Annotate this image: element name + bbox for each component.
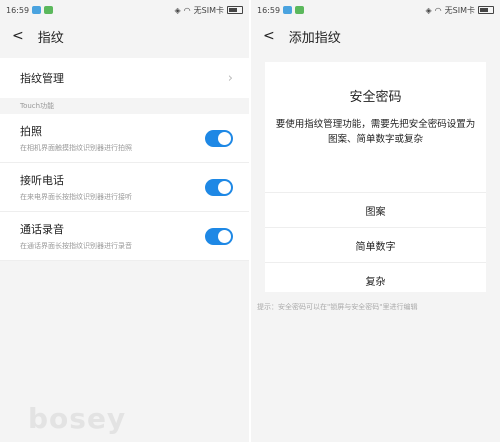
setting-title: 通话录音	[20, 223, 64, 236]
back-arrow-icon[interactable]: <	[12, 28, 24, 44]
add-fingerprint-screen: 16:59 ◈ ◠ 无SIM卡 < 添加指纹 安全密码 要使用指纹管理功能，需要…	[251, 0, 500, 442]
password-description: 要使用指纹管理功能，需要先把安全密码设置为图案、简单数字或复杂	[275, 119, 476, 145]
notification-icon	[283, 6, 293, 14]
setting-answer-call[interactable]: 接听电话 在来电界面长按指纹识别器进行接听	[0, 163, 249, 212]
battery-icon	[478, 6, 494, 14]
setting-photo[interactable]: 拍照 在相机界面触摸指纹识别器进行拍照	[0, 114, 249, 163]
app-bar: < 指纹	[0, 20, 249, 52]
status-time: 16:59	[257, 5, 281, 15]
app-bar: < 添加指纹	[251, 20, 500, 52]
section-label: Touch功能	[20, 102, 55, 110]
call-recording-toggle[interactable]	[205, 227, 233, 245]
setting-call-recording[interactable]: 通话录音 在通话界面长按指纹识别器进行录音	[0, 212, 249, 261]
password-options: 图案 简单数字 复杂	[265, 192, 486, 297]
password-title: 安全密码	[349, 90, 402, 105]
battery-icon	[227, 6, 243, 14]
option-complex[interactable]: 复杂	[265, 262, 486, 297]
setting-subtitle: 在通话界面长按指纹识别器进行录音	[20, 242, 132, 250]
chevron-right-icon: ›	[227, 70, 233, 86]
notification-icon	[32, 6, 42, 14]
wifi-icon: ◠	[434, 5, 442, 15]
status-bar: 16:59 ◈ ◠ 无SIM卡	[0, 0, 249, 20]
page-title: 指纹	[37, 30, 64, 46]
back-arrow-icon[interactable]: <	[263, 28, 275, 44]
setting-title: 拍照	[20, 125, 42, 138]
tip-text: 提示：安全密码可以在"锁屏与安全密码"里进行编辑	[257, 303, 418, 311]
photo-toggle[interactable]	[205, 129, 233, 147]
fingerprint-screen: 16:59 ◈ ◠ 无SIM卡 < 指纹 指纹管理 › Touch功能 拍照 在…	[0, 0, 249, 442]
vibrate-icon: ◈	[425, 5, 432, 15]
fingerprint-manage-item[interactable]: 指纹管理 ›	[0, 58, 249, 98]
notification-icon	[44, 6, 54, 14]
answer-call-toggle[interactable]	[205, 178, 233, 196]
carrier-label: 无SIM卡	[193, 5, 224, 15]
security-password-panel: 安全密码 要使用指纹管理功能，需要先把安全密码设置为图案、简单数字或复杂 图案 …	[265, 62, 486, 292]
setting-subtitle: 在相机界面触摸指纹识别器进行拍照	[20, 144, 132, 152]
notification-icon	[295, 6, 305, 14]
carrier-label: 无SIM卡	[444, 5, 475, 15]
option-pattern[interactable]: 图案	[265, 192, 486, 227]
status-bar: 16:59 ◈ ◠ 无SIM卡	[251, 0, 500, 20]
watermark: bosey	[28, 402, 127, 435]
page-title: 添加指纹	[288, 30, 341, 46]
setting-title: 接听电话	[20, 174, 64, 187]
status-time: 16:59	[6, 5, 30, 15]
setting-subtitle: 在来电界面长按指纹识别器进行接听	[20, 193, 132, 201]
fingerprint-manage-label: 指纹管理	[20, 72, 64, 85]
option-simple-digits[interactable]: 简单数字	[265, 227, 486, 262]
vibrate-icon: ◈	[174, 5, 181, 15]
wifi-icon: ◠	[183, 5, 191, 15]
